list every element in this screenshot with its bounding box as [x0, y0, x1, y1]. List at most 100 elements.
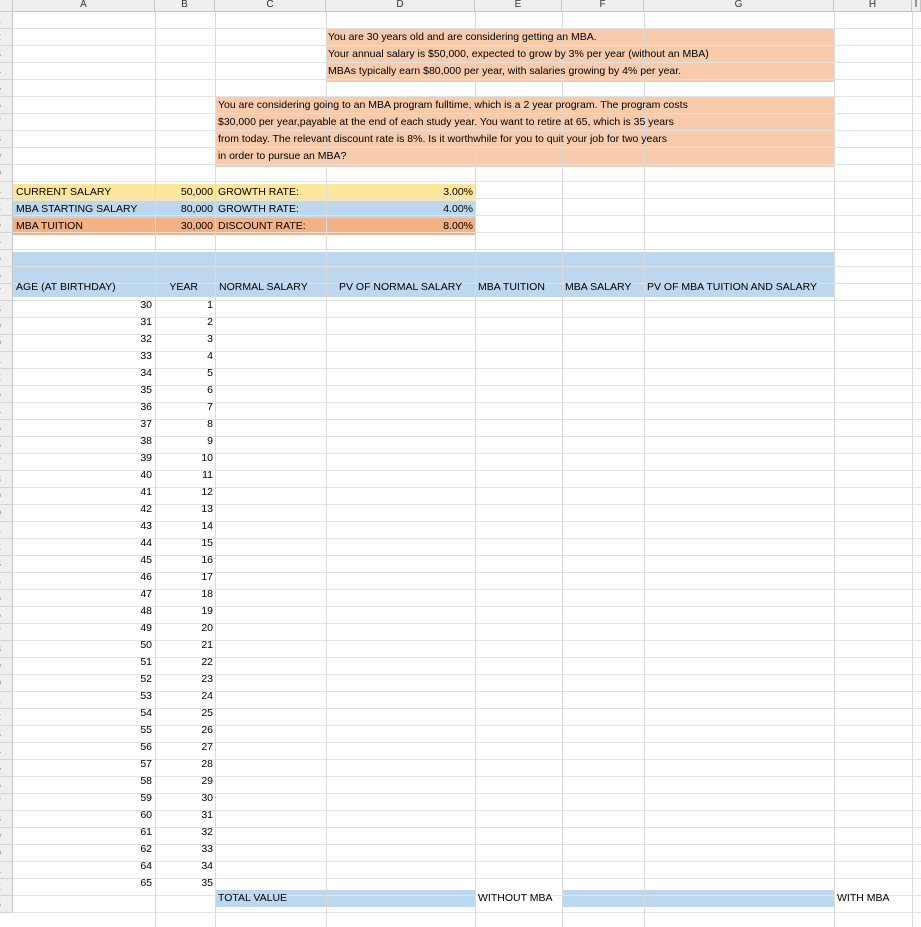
year-cell[interactable]: 35: [155, 875, 213, 892]
year-cell[interactable]: 6: [155, 382, 213, 399]
row-header[interactable]: 9: [0, 828, 13, 845]
age-cell[interactable]: 39: [13, 450, 152, 467]
age-cell[interactable]: 59: [13, 790, 152, 807]
row-header[interactable]: 6: [0, 267, 13, 284]
age-cell[interactable]: 35: [13, 382, 152, 399]
age-cell[interactable]: 49: [13, 620, 152, 637]
salary-growth-rate-label[interactable]: GROWTH RATE:: [218, 184, 299, 201]
year-cell[interactable]: 16: [155, 552, 213, 569]
row-header[interactable]: 3: [0, 386, 13, 403]
age-cell[interactable]: 31: [13, 314, 152, 331]
year-cell[interactable]: 21: [155, 637, 213, 654]
age-cell[interactable]: 52: [13, 671, 152, 688]
row-header[interactable]: 0: [0, 505, 13, 522]
row-header[interactable]: 7: [0, 794, 13, 811]
row-header[interactable]: 1: [0, 692, 13, 709]
age-cell[interactable]: 33: [13, 348, 152, 365]
row-header[interactable]: 6: [0, 777, 13, 794]
age-cell[interactable]: 37: [13, 416, 152, 433]
year-cell[interactable]: 2: [155, 314, 213, 331]
age-cell[interactable]: 48: [13, 603, 152, 620]
year-cell[interactable]: 5: [155, 365, 213, 382]
discount-rate-label[interactable]: DISCOUNT RATE:: [218, 218, 306, 235]
row-header[interactable]: 1: [0, 862, 13, 879]
column-header-a[interactable]: A: [13, 0, 155, 12]
age-cell[interactable]: 50: [13, 637, 152, 654]
year-cell[interactable]: 17: [155, 569, 213, 586]
year-cell[interactable]: 27: [155, 739, 213, 756]
row-header[interactable]: 1: [0, 522, 13, 539]
header-pv-normal-salary[interactable]: PV OF NORMAL SALARY: [339, 279, 462, 296]
row-header[interactable]: 3: [0, 726, 13, 743]
row-header[interactable]: 8: [0, 471, 13, 488]
row-header[interactable]: 9: [0, 488, 13, 505]
row-header[interactable]: 5: [0, 250, 13, 267]
age-cell[interactable]: 55: [13, 722, 152, 739]
age-cell[interactable]: 38: [13, 433, 152, 450]
row-header[interactable]: 4: [0, 63, 13, 80]
current-salary-label[interactable]: CURRENT SALARY: [16, 184, 111, 201]
age-cell[interactable]: 62: [13, 841, 152, 858]
year-cell[interactable]: 31: [155, 807, 213, 824]
header-mba-tuition[interactable]: MBA TUITION: [478, 279, 545, 296]
age-cell[interactable]: 65: [13, 875, 152, 892]
row-header[interactable]: 8: [0, 811, 13, 828]
age-cell[interactable]: 40: [13, 467, 152, 484]
age-cell[interactable]: 41: [13, 484, 152, 501]
row-header[interactable]: 5: [0, 760, 13, 777]
year-cell[interactable]: 18: [155, 586, 213, 603]
year-cell[interactable]: 13: [155, 501, 213, 518]
row-header[interactable]: 4: [0, 233, 13, 250]
row-header[interactable]: 9: [0, 148, 13, 165]
select-all-corner[interactable]: [0, 0, 13, 12]
row-header[interactable]: 2: [0, 199, 13, 216]
row-header[interactable]: 6: [0, 437, 13, 454]
column-header-c[interactable]: C: [215, 0, 326, 12]
year-cell[interactable]: 3: [155, 331, 213, 348]
header-year[interactable]: YEAR: [155, 279, 198, 296]
age-cell[interactable]: 47: [13, 586, 152, 603]
column-header-b[interactable]: B: [155, 0, 215, 12]
year-cell[interactable]: 19: [155, 603, 213, 620]
row-header[interactable]: 2: [0, 879, 13, 896]
with-mba-label[interactable]: WITH MBA: [837, 890, 890, 907]
without-mba-label[interactable]: WITHOUT MBA: [478, 890, 552, 907]
column-header-f[interactable]: F: [562, 0, 644, 12]
column-header-i[interactable]: I: [912, 0, 921, 12]
age-cell[interactable]: 60: [13, 807, 152, 824]
year-cell[interactable]: 11: [155, 467, 213, 484]
row-header[interactable]: 3: [0, 216, 13, 233]
year-cell[interactable]: 14: [155, 518, 213, 535]
mba-tuition-value[interactable]: 30,000: [155, 218, 213, 235]
row-header[interactable]: 7: [0, 624, 13, 641]
age-cell[interactable]: 45: [13, 552, 152, 569]
year-cell[interactable]: 23: [155, 671, 213, 688]
row-header[interactable]: 9: [0, 318, 13, 335]
row-header[interactable]: 7: [0, 284, 13, 301]
row-header[interactable]: 0: [0, 845, 13, 862]
age-cell[interactable]: 32: [13, 331, 152, 348]
column-header-d[interactable]: D: [326, 0, 475, 12]
column-header-h[interactable]: H: [834, 0, 912, 12]
row-header[interactable]: 0: [0, 165, 13, 182]
row-header[interactable]: 5: [0, 590, 13, 607]
row-header[interactable]: 0: [0, 675, 13, 692]
current-salary-value[interactable]: 50,000: [155, 184, 213, 201]
row-header[interactable]: 2: [0, 369, 13, 386]
row-header[interactable]: 9: [0, 658, 13, 675]
row-header[interactable]: 1: [0, 12, 13, 29]
row-header[interactable]: 8: [0, 641, 13, 658]
row-header[interactable]: 5: [0, 420, 13, 437]
age-cell[interactable]: 34: [13, 365, 152, 382]
year-cell[interactable]: 33: [155, 841, 213, 858]
year-cell[interactable]: 26: [155, 722, 213, 739]
row-header[interactable]: 5: [0, 80, 13, 97]
year-cell[interactable]: 9: [155, 433, 213, 450]
year-cell[interactable]: 24: [155, 688, 213, 705]
column-header-e[interactable]: E: [475, 0, 562, 12]
row-header[interactable]: 0: [0, 335, 13, 352]
row-header[interactable]: 3: [0, 896, 13, 913]
year-cell[interactable]: 25: [155, 705, 213, 722]
age-cell[interactable]: 57: [13, 756, 152, 773]
year-cell[interactable]: 12: [155, 484, 213, 501]
